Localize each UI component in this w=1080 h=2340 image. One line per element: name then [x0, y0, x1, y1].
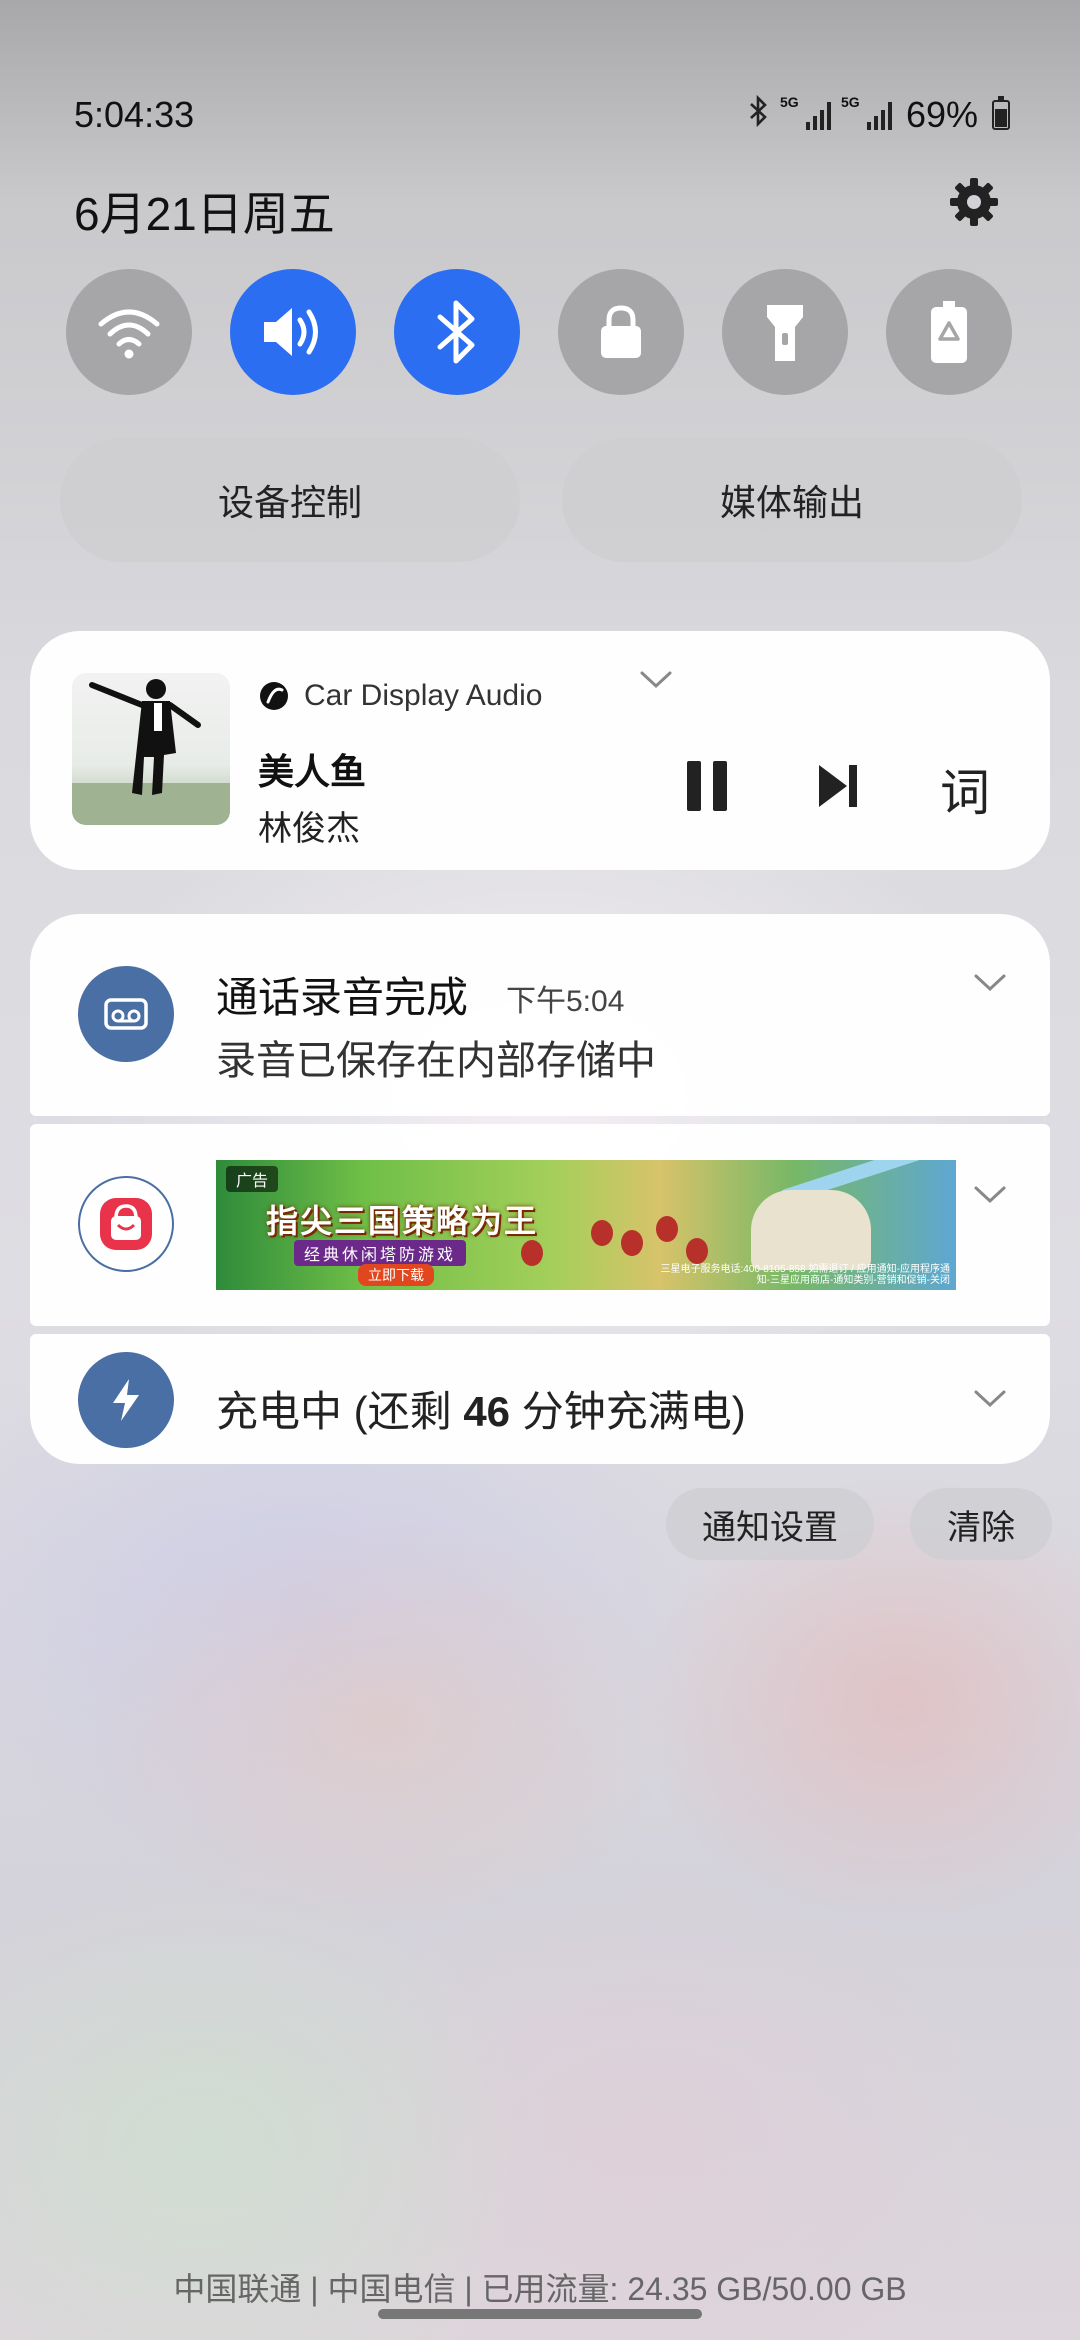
lyrics-button[interactable]: 词 [940, 753, 990, 825]
battery-percent: 69% [905, 94, 978, 135]
skip-next-icon [819, 765, 857, 807]
gear-icon[interactable] [946, 174, 1002, 230]
date-label: 6月21日周五 [74, 188, 335, 240]
next-track-button[interactable] [804, 751, 874, 821]
ad-fine-print: 三星电子服务电话:400-8105-858 如需退订 / 应用通知-应用程序通知… [660, 1264, 951, 1286]
music-app-icon [260, 682, 288, 710]
notification-time: 下午5:04 [506, 985, 625, 1018]
chevron-down-icon[interactable] [638, 669, 674, 691]
clear-button[interactable]: 清除 [910, 1488, 1052, 1560]
lock-icon [601, 305, 641, 358]
ad-subline: 经典休闲塔防游戏 [294, 1240, 467, 1266]
voice-recorder-icon [78, 966, 174, 1062]
ad-headline: 指尖三国策略为王 [266, 1203, 539, 1239]
wifi-toggle[interactable] [66, 269, 192, 395]
media-source-label: Car Display Audio [304, 679, 543, 712]
pause-icon [687, 761, 727, 811]
media-output-button[interactable]: 媒体输出 [562, 438, 1022, 562]
chevron-down-icon[interactable] [972, 1388, 1008, 1410]
flashlight-icon [767, 305, 803, 361]
device-control-button[interactable]: 设备控制 [60, 438, 520, 562]
notification-call-recording[interactable]: 通话录音完成 下午5:04 录音已保存在内部存储中 [30, 914, 1050, 1116]
pause-button[interactable] [672, 751, 742, 821]
artist-name: 林俊杰 [258, 810, 360, 848]
album-art[interactable] [72, 673, 230, 825]
notification-title: 通话录音完成 [216, 974, 469, 1021]
status-time: 5:04:33 [74, 94, 195, 135]
ad-download-button[interactable]: 立即下载 [358, 1264, 434, 1286]
battery-charging-icon [992, 96, 1010, 130]
ad-banner[interactable]: 广告 指尖三国策略为王 经典休闲塔防游戏 立即下载 三星电子服务电话:400-8… [216, 1160, 956, 1290]
media-source: Car Display Audio [258, 679, 542, 713]
chevron-down-icon[interactable] [972, 972, 1008, 994]
media-player-card: Car Display Audio 美人鱼 林俊杰 词 [30, 631, 1050, 870]
bluetooth-toggle[interactable] [394, 269, 520, 395]
drag-handle[interactable] [378, 2309, 702, 2319]
ad-art [751, 1190, 871, 1270]
power-saving-toggle[interactable] [886, 269, 1012, 395]
wifi-icon [98, 309, 160, 359]
chevron-down-icon[interactable] [972, 1184, 1008, 1206]
lightning-icon [78, 1352, 174, 1448]
volume-icon [264, 308, 318, 356]
charging-status: 充电中 (还剩 46 分钟充满电) [216, 1388, 746, 1435]
lock-toggle[interactable] [558, 269, 684, 395]
bluetooth-icon [437, 300, 475, 364]
status-icons: 5G 5G 69% [748, 94, 1010, 136]
notification-ad[interactable]: 广告 指尖三国策略为王 经典休闲塔防游戏 立即下载 三星电子服务电话:400-8… [30, 1124, 1050, 1326]
shopping-bag-icon [78, 1176, 174, 1272]
ad-tag: 广告 [226, 1166, 279, 1192]
signal-icon: 5G [780, 94, 831, 130]
signal-icon: 5G [841, 94, 892, 130]
flashlight-toggle[interactable] [722, 269, 848, 395]
sound-toggle[interactable] [230, 269, 356, 395]
song-title: 美人鱼 [258, 751, 367, 792]
notification-settings-button[interactable]: 通知设置 [666, 1488, 874, 1560]
quick-settings [66, 269, 1012, 395]
battery-recycle-icon [931, 301, 967, 363]
bluetooth-icon [748, 94, 770, 136]
notification-charging[interactable]: 充电中 (还剩 46 分钟充满电) [30, 1334, 1050, 1464]
notification-body: 录音已保存在内部存储中 [216, 1039, 656, 1083]
carrier-info: 中国联通 | 中国电信 | 已用流量: 24.35 GB/50.00 GB [173, 2271, 907, 2307]
